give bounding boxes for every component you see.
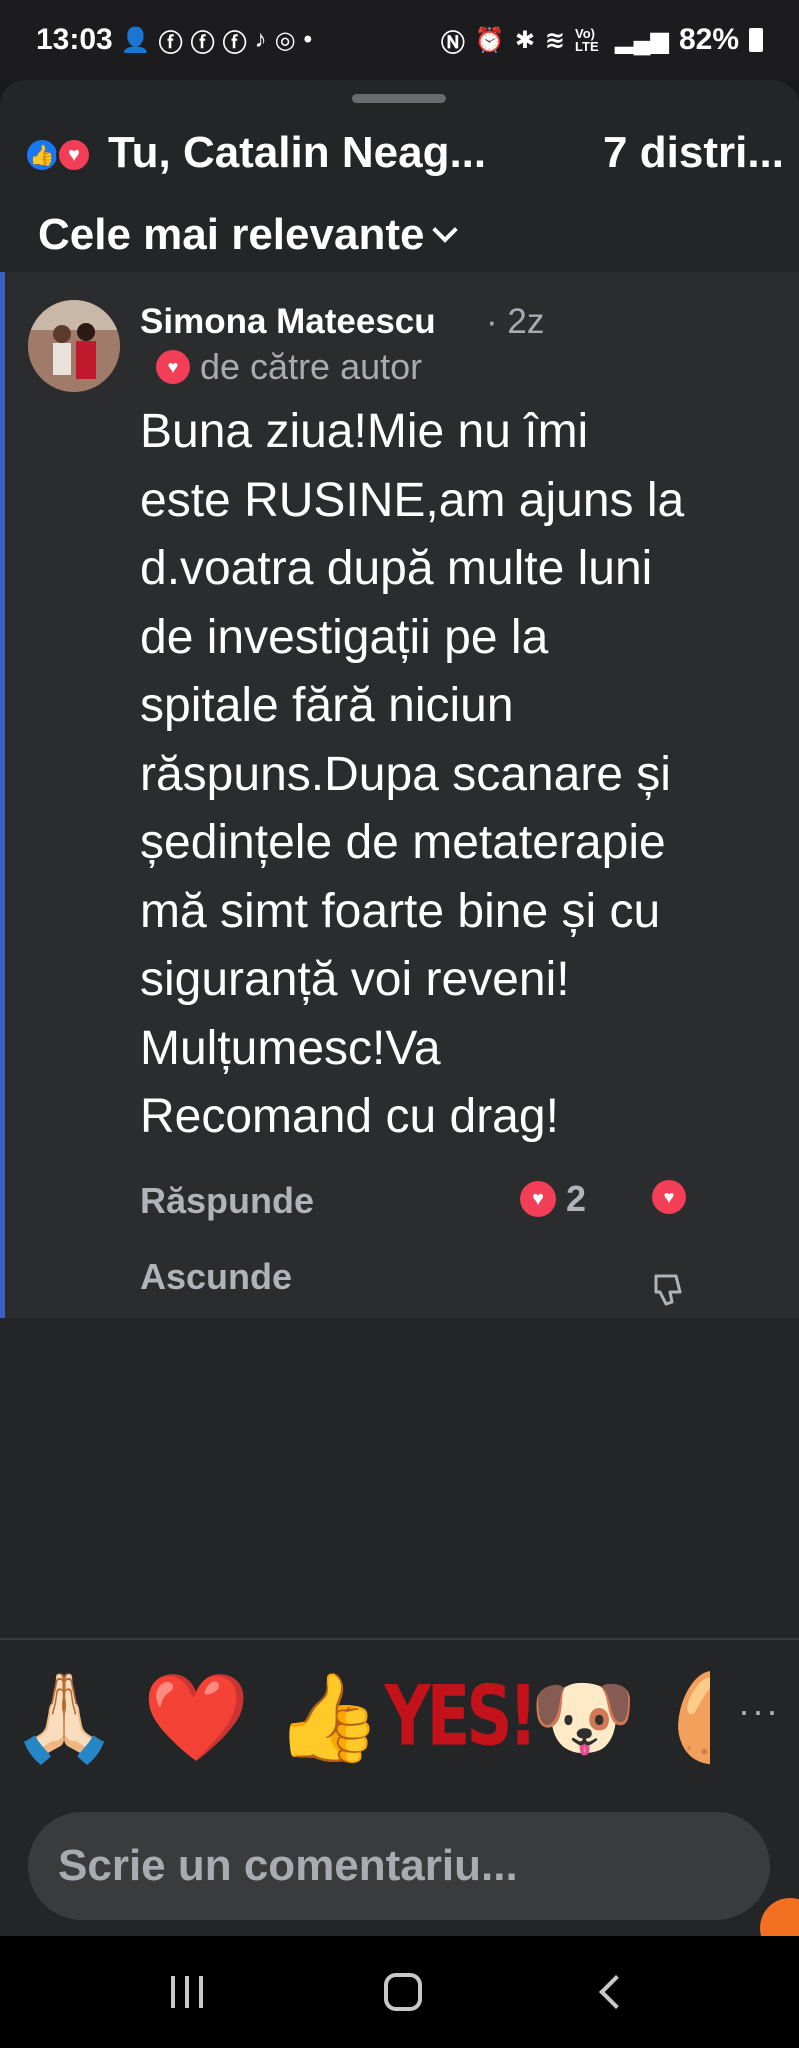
like-icon: 👍 xyxy=(24,137,60,173)
person-add-icon: 👤 xyxy=(120,26,151,54)
back-button[interactable] xyxy=(599,1975,634,2009)
author-love-label: de către autor xyxy=(200,346,423,387)
quick-reaction-bar: 🙏🏻 ❤️ 👍 YES! 🐶 🥚 xyxy=(0,1662,799,1782)
love-react-button[interactable]: ♥ xyxy=(652,1180,686,1214)
love-icon: ♥ xyxy=(652,1180,686,1214)
love-icon: ♥ xyxy=(56,137,92,173)
tiktok-icon: ♪ xyxy=(254,26,267,53)
status-left: 13:03 👤 ⓕ ⓕ ⓕ ♪ ◎ • xyxy=(36,23,312,58)
love-icon: ♥ xyxy=(156,350,190,384)
comment-line: ședințele de metaterapie xyxy=(140,816,666,869)
comment-line: Recomand cu drag! xyxy=(140,1090,559,1143)
status-bar: 13:03 👤 ⓕ ⓕ ⓕ ♪ ◎ • Ⓝ ⏰ ✱ ≋ Vo) LTE ▂▄▆ … xyxy=(0,0,799,80)
shares-label[interactable]: 7 distri... xyxy=(603,128,784,178)
love-icon: ♥ xyxy=(520,1181,556,1217)
author-love-badge: ♥ de către autor xyxy=(156,346,422,388)
dog-sticker-button[interactable]: 🐶 xyxy=(528,1662,638,1772)
reaction-icons: 👍 ♥ xyxy=(24,133,102,173)
facebook-icon: ⓕ xyxy=(190,29,215,57)
volte-icon: Vo) LTE xyxy=(575,26,599,54)
reactions-summary[interactable]: 👍 ♥ Tu, Catalin Neag... 7 distri... xyxy=(24,118,784,188)
reaction-count[interactable]: ♥ 2 xyxy=(520,1178,586,1220)
signal-icon: ▂▄▆ xyxy=(615,26,669,54)
comment-line: siguranță voi reveni! xyxy=(140,953,570,1006)
avatar[interactable] xyxy=(28,300,120,392)
comment-input-placeholder: Scrie un comentariu... xyxy=(58,1841,518,1890)
clock: 13:03 xyxy=(36,23,113,56)
nfc-icon: Ⓝ xyxy=(440,29,465,57)
alarm-icon: ⏰ xyxy=(474,26,505,54)
facebook-icon: ⓕ xyxy=(158,29,183,57)
dislike-icon[interactable] xyxy=(648,1270,688,1310)
comment-time: · 2z xyxy=(486,302,545,341)
comment-line: este RUSINE,am ajuns la xyxy=(140,473,685,527)
comment-line: Mulțumesc!Va xyxy=(140,1021,441,1075)
reaction-count-value: 2 xyxy=(566,1178,587,1219)
hide-button[interactable]: Ascunde xyxy=(140,1256,292,1298)
more-emoji-button[interactable]: ··· xyxy=(738,1690,780,1732)
chevron-down-icon xyxy=(432,217,459,243)
sort-label: Cele mai relevante xyxy=(38,210,425,259)
comment-line: răspuns.Dupa scanare și xyxy=(140,747,671,801)
status-right: Ⓝ ⏰ ✱ ≋ Vo) LTE ▂▄▆ 82% xyxy=(441,23,763,58)
dot-icon: • xyxy=(303,26,312,53)
facebook-icon: ⓕ xyxy=(222,29,247,57)
egg-sticker-button[interactable]: 🥚 xyxy=(660,1662,710,1772)
pray-emoji-button[interactable]: 🙏🏻 xyxy=(10,1662,117,1772)
instagram-icon: ◎ xyxy=(274,26,296,54)
comment-author[interactable]: Simona Mateescu xyxy=(140,302,436,342)
recent-apps-button[interactable] xyxy=(170,1976,203,2008)
comment-input[interactable]: Scrie un comentariu... xyxy=(28,1812,770,1920)
home-button[interactable] xyxy=(384,1973,423,2011)
bluetooth-icon: ✱ xyxy=(514,26,535,54)
battery-level: 82% xyxy=(678,23,739,56)
heart-emoji-button[interactable]: ❤️ xyxy=(142,1662,249,1772)
battery-icon xyxy=(749,28,763,52)
yes-sticker-button[interactable]: YES! xyxy=(384,1662,537,1772)
comment-body: Buna ziua!Mie nu îmi este RUSINE,am ajun… xyxy=(140,398,780,1152)
reply-button[interactable]: Răspunde xyxy=(140,1180,314,1222)
highlight-bar xyxy=(0,272,5,1318)
comment-line: de investigații pe la xyxy=(140,610,549,664)
thumbs-up-emoji-button[interactable]: 👍 xyxy=(274,1662,381,1772)
reactors-label[interactable]: Tu, Catalin Neag... xyxy=(108,128,486,178)
divider xyxy=(0,1638,799,1640)
system-nav-bar xyxy=(0,1936,799,2048)
comment-line: Buna ziua!Mie nu îmi xyxy=(140,405,589,458)
yes-sticker-label: YES! xyxy=(384,1668,537,1766)
drag-handle[interactable] xyxy=(352,94,446,103)
sort-dropdown[interactable]: Cele mai relevante xyxy=(38,210,459,260)
comment-line: d.voatra după multe luni xyxy=(140,542,653,595)
wifi-icon: ≋ xyxy=(544,26,566,54)
comment-line: mă simt foarte bine și cu xyxy=(140,884,661,938)
comment-line: spitale fără niciun xyxy=(140,679,514,732)
